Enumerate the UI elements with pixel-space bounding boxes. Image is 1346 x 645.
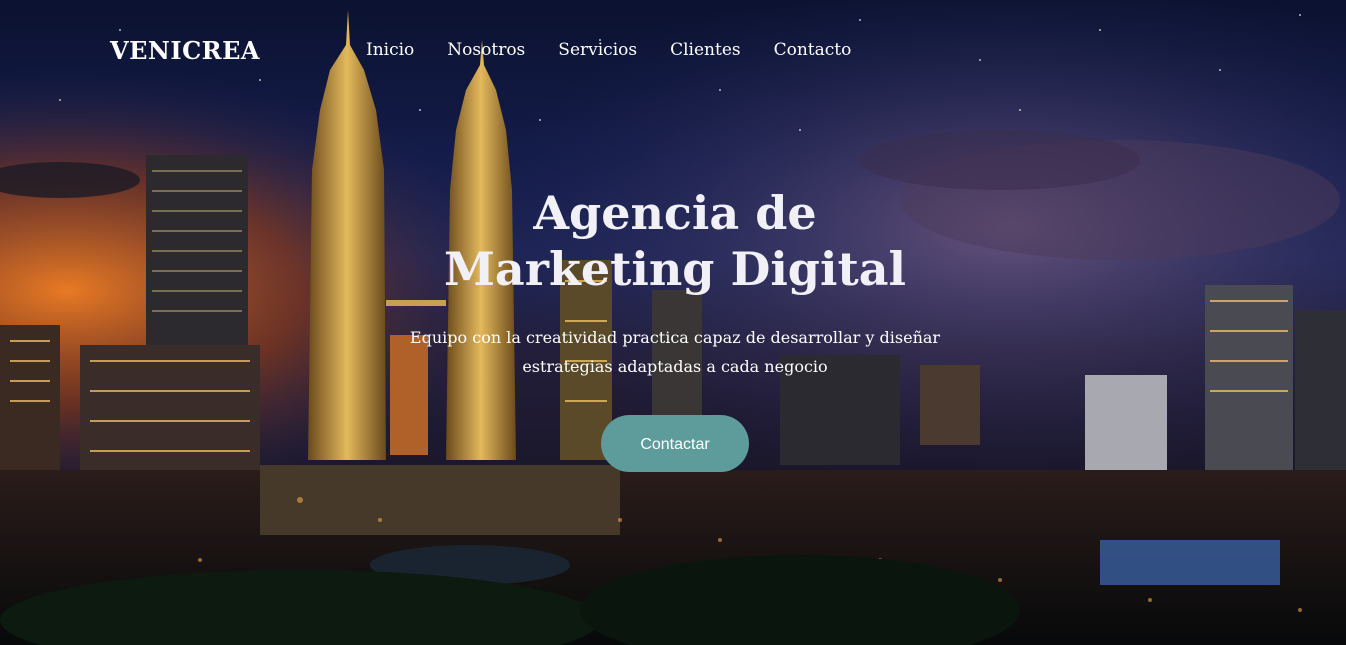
- hero-section: VENICREA Inicio Nosotros Servicios Clien…: [0, 0, 1346, 645]
- contact-button[interactable]: Contactar: [601, 415, 749, 472]
- hero-content: Agencia de Marketing Digital Equipo con …: [400, 185, 950, 472]
- nav-link-contacto[interactable]: Contacto: [774, 40, 852, 60]
- nav-link-nosotros[interactable]: Nosotros: [447, 40, 525, 60]
- nav-link-inicio[interactable]: Inicio: [366, 40, 414, 60]
- hero-subtitle: Equipo con la creatividad practica capaz…: [409, 328, 941, 376]
- brand-logo[interactable]: VENICREA: [110, 36, 260, 65]
- hero-title: Agencia de Marketing Digital: [444, 186, 906, 296]
- top-navigation: VENICREA Inicio Nosotros Servicios Clien…: [0, 0, 1346, 100]
- main-menu: Inicio Nosotros Servicios Clientes Conta…: [366, 40, 851, 60]
- nav-link-clientes[interactable]: Clientes: [670, 40, 741, 60]
- nav-link-servicios[interactable]: Servicios: [558, 40, 637, 60]
